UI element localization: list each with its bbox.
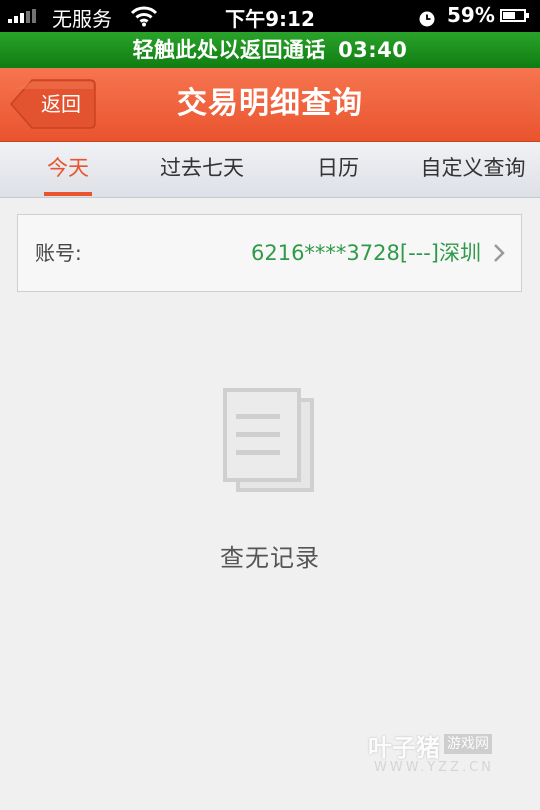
back-button-label: 返回 <box>41 92 81 116</box>
tab-custom-query[interactable]: 自定义查询 <box>410 142 536 197</box>
tab-calendar[interactable]: 日历 <box>308 142 368 197</box>
empty-state-message: 查无记录 <box>220 544 320 572</box>
account-number: 6216****3728[---]深圳 <box>250 241 481 265</box>
tab-past-seven-days[interactable]: 过去七天 <box>148 142 256 197</box>
account-label: 账号: <box>35 241 82 265</box>
chevron-right-icon <box>493 243 505 263</box>
watermark-url: WWW.YZZ.CN <box>374 760 494 775</box>
watermark-brand: 叶子猪 <box>368 734 440 762</box>
document-icon <box>220 386 320 496</box>
watermark-tag: 游戏网 <box>444 734 492 754</box>
navigation-bar: 返回 交易明细查询 <box>0 68 540 142</box>
tab-calendar-label: 日历 <box>317 156 359 180</box>
tab-today-label: 今天 <box>47 156 89 180</box>
battery-percent: 59% <box>447 3 495 27</box>
return-to-call-bar[interactable]: 轻触此处以返回通话 03:40 <box>0 32 540 68</box>
tab-today[interactable]: 今天 <box>38 142 98 197</box>
tab-custom-query-label: 自定义查询 <box>420 156 526 180</box>
return-to-call-text: 轻触此处以返回通话 <box>132 38 327 62</box>
back-button[interactable]: 返回 <box>10 79 96 129</box>
alarm-clock-icon <box>419 8 435 27</box>
watermark: 叶子猪 游戏网 WWW.YZZ.CN <box>368 728 508 780</box>
call-duration: 03:40 <box>338 38 408 62</box>
account-selector[interactable]: 账号: 6216****3728[---]深圳 <box>17 214 522 292</box>
battery-icon <box>500 9 529 22</box>
active-tab-indicator <box>44 192 92 196</box>
tab-bar: 今天 过去七天 日历 自定义查询 <box>0 142 540 198</box>
status-bar: 无服务 下午9:12 59% <box>0 0 540 32</box>
tab-past-seven-days-label: 过去七天 <box>160 156 244 180</box>
